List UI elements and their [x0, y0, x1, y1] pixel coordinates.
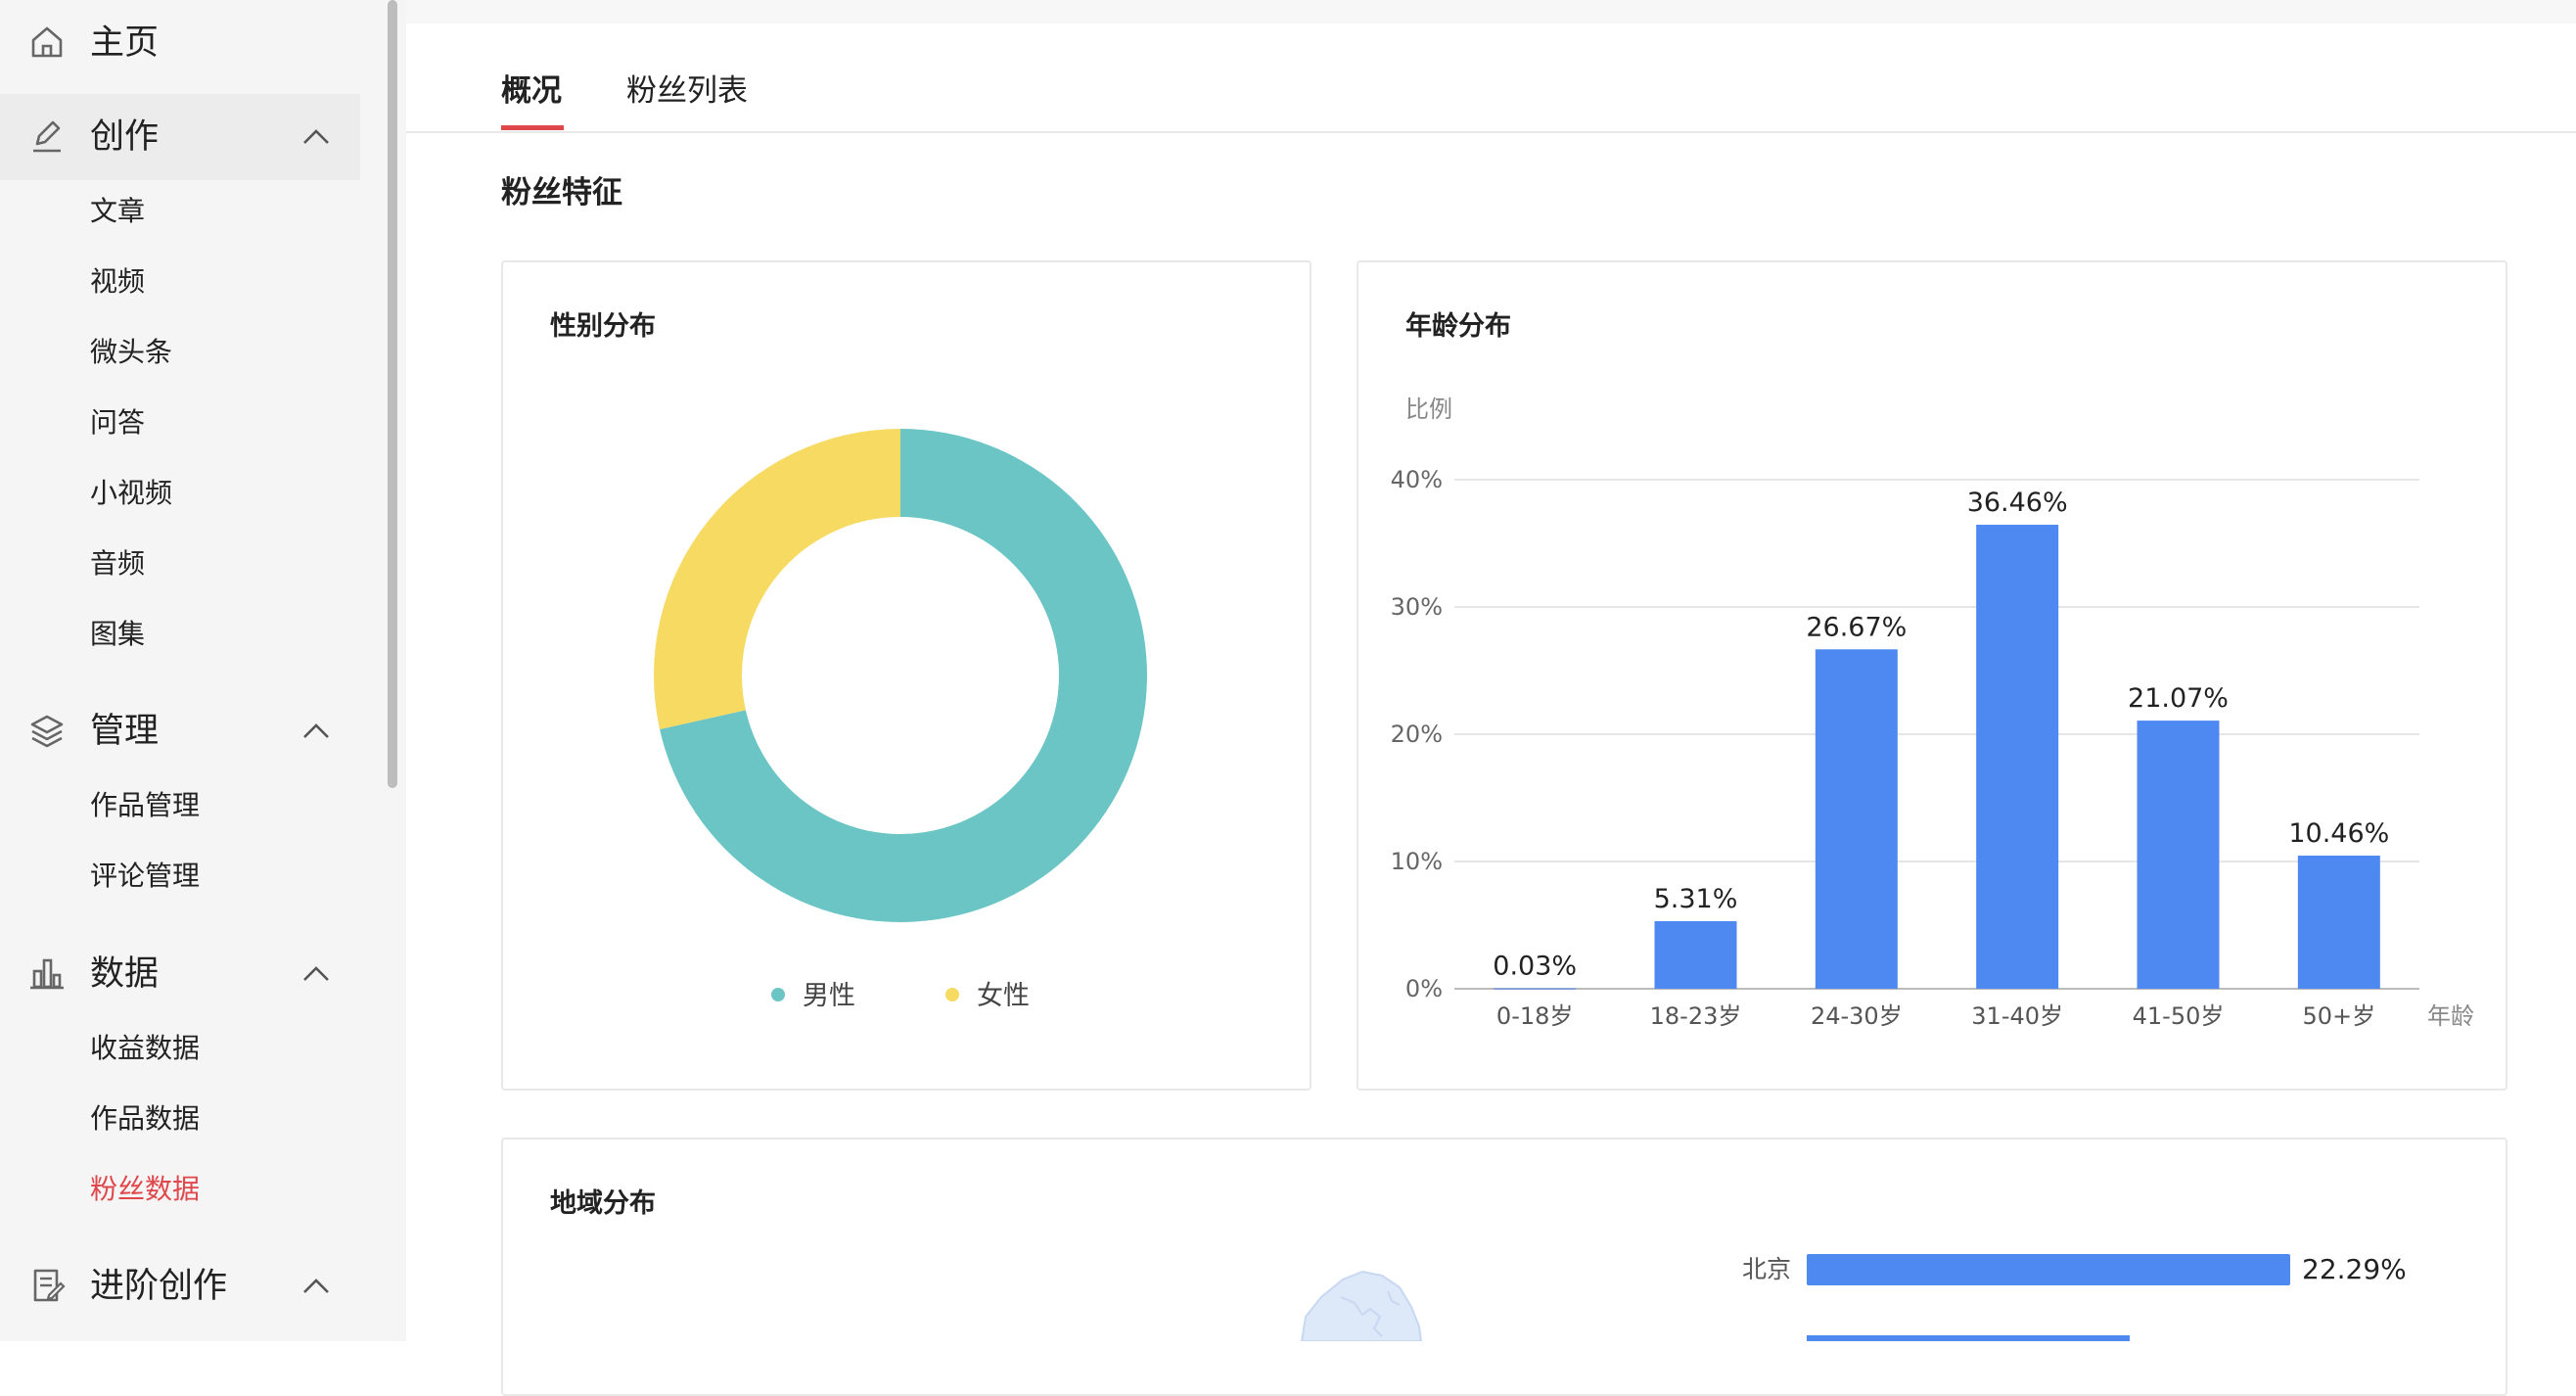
bar-value-label: 0.03% — [1493, 952, 1577, 982]
home-icon — [31, 26, 63, 58]
chevron-up-icon[interactable] — [299, 714, 334, 749]
y-tick-label: 0% — [1405, 975, 1443, 1002]
sidebar-group-label: 创作 — [90, 117, 160, 157]
sidebar-item-revenue-data[interactable]: 收益数据 — [90, 1029, 200, 1068]
tabs-divider — [406, 131, 2576, 133]
document-icon — [33, 1269, 66, 1302]
legend-label-male: 男性 — [803, 981, 855, 1011]
sidebar-group-create[interactable]: 创作 — [0, 94, 360, 180]
sidebar-item-home[interactable]: 主页 — [0, 0, 360, 86]
sidebar-group-manage[interactable]: 管理 — [0, 688, 360, 774]
age-bar[interactable] — [1815, 649, 1898, 989]
layers-icon — [30, 715, 64, 748]
chevron-up-icon[interactable] — [299, 956, 334, 992]
age-bar[interactable] — [2137, 721, 2220, 989]
y-tick-label: 30% — [1391, 593, 1443, 621]
gender-card-title: 性别分布 — [550, 311, 656, 342]
legend-dot-male — [771, 987, 785, 1001]
x-tick-label: 24-30岁 — [1811, 1002, 1903, 1030]
sidebar-group-label: 数据 — [90, 954, 160, 994]
region-bar-partial — [1807, 1335, 2130, 1341]
y-tick-label: 40% — [1391, 466, 1443, 493]
section-title: 粉丝特征 — [501, 175, 622, 210]
sidebar-item-article[interactable]: 文章 — [90, 192, 145, 231]
region-value: 22.29% — [2302, 1253, 2407, 1285]
top-strip — [406, 0, 2576, 23]
y-axis-label: 比例 — [1405, 396, 1452, 423]
sidebar-item-audio[interactable]: 音频 — [90, 544, 145, 583]
x-tick-label: 31-40岁 — [1971, 1002, 2063, 1030]
bar-value-label: 36.46% — [1967, 488, 2068, 518]
age-bar[interactable] — [2297, 856, 2380, 989]
donut-slice-female[interactable] — [654, 429, 900, 729]
legend-item-female[interactable]: 女性 — [945, 977, 1030, 1016]
sidebar: 主页 创作 文章 视频 微头条 问答 小视频 音频 图集 管理 作品管理 评论管… — [0, 0, 406, 1341]
region-card-title: 地域分布 — [550, 1188, 656, 1219]
bar-value-label: 10.46% — [2288, 818, 2389, 849]
sidebar-item-micro-headline[interactable]: 微头条 — [90, 333, 172, 372]
sidebar-item-works-manage[interactable]: 作品管理 — [90, 786, 200, 825]
legend-dot-female — [945, 987, 959, 1001]
y-tick-label: 10% — [1391, 848, 1443, 875]
x-tick-label: 18-23岁 — [1650, 1002, 1742, 1030]
sidebar-item-works-data[interactable]: 作品数据 — [90, 1099, 200, 1139]
china-map — [1300, 1270, 1423, 1341]
bar-chart-icon — [30, 958, 64, 990]
sidebar-item-label: 主页 — [90, 23, 160, 63]
sidebar-item-qa[interactable]: 问答 — [90, 403, 145, 442]
x-tick-label: 41-50岁 — [2133, 1002, 2225, 1030]
sidebar-group-label: 管理 — [90, 712, 160, 751]
tab-overview[interactable]: 概况 — [501, 69, 562, 114]
legend-label-female: 女性 — [977, 981, 1030, 1011]
tab-active-indicator — [501, 125, 564, 130]
gender-donut-chart — [654, 429, 1147, 922]
age-card-title: 年龄分布 — [1405, 311, 1511, 342]
edit-icon — [33, 120, 61, 153]
sidebar-group-advanced[interactable]: 进阶创作 — [0, 1243, 360, 1329]
sidebar-scrollbar[interactable] — [388, 0, 397, 788]
age-bar[interactable] — [1654, 920, 1737, 989]
x-tick-label: 0-18岁 — [1496, 1002, 1573, 1030]
sidebar-item-comments-manage[interactable]: 评论管理 — [90, 857, 200, 896]
chevron-up-icon[interactable] — [299, 119, 334, 155]
x-axis-label: 年龄 — [2427, 1002, 2474, 1030]
region-bar — [1807, 1254, 2290, 1285]
sidebar-group-data[interactable]: 数据 — [0, 931, 360, 1017]
bar-value-label: 21.07% — [2128, 683, 2229, 714]
x-tick-label: 50+岁 — [2303, 1002, 2376, 1030]
tab-fans-list[interactable]: 粉丝列表 — [626, 69, 748, 114]
age-bar[interactable] — [1494, 988, 1577, 990]
age-bar-chart: 比例 0% 10% 20% 30% 40% 0.03% 0-18岁 5.31% 18-23岁 26.… — [1391, 396, 2474, 1030]
bar-value-label: 26.67% — [1806, 612, 1907, 642]
chevron-up-icon[interactable] — [299, 1269, 334, 1304]
legend-item-male[interactable]: 男性 — [771, 977, 855, 1016]
region-label: 北京 — [1742, 1255, 1792, 1283]
sidebar-item-short-video[interactable]: 小视频 — [90, 474, 172, 513]
y-tick-label: 20% — [1391, 721, 1443, 748]
bar-value-label: 5.31% — [1654, 884, 1738, 914]
sidebar-item-video[interactable]: 视频 — [90, 262, 145, 302]
sidebar-item-gallery[interactable]: 图集 — [90, 615, 145, 654]
sidebar-group-label: 进阶创作 — [90, 1267, 228, 1306]
age-bar[interactable] — [1976, 525, 2059, 989]
sidebar-item-fans-data[interactable]: 粉丝数据 — [90, 1170, 200, 1209]
